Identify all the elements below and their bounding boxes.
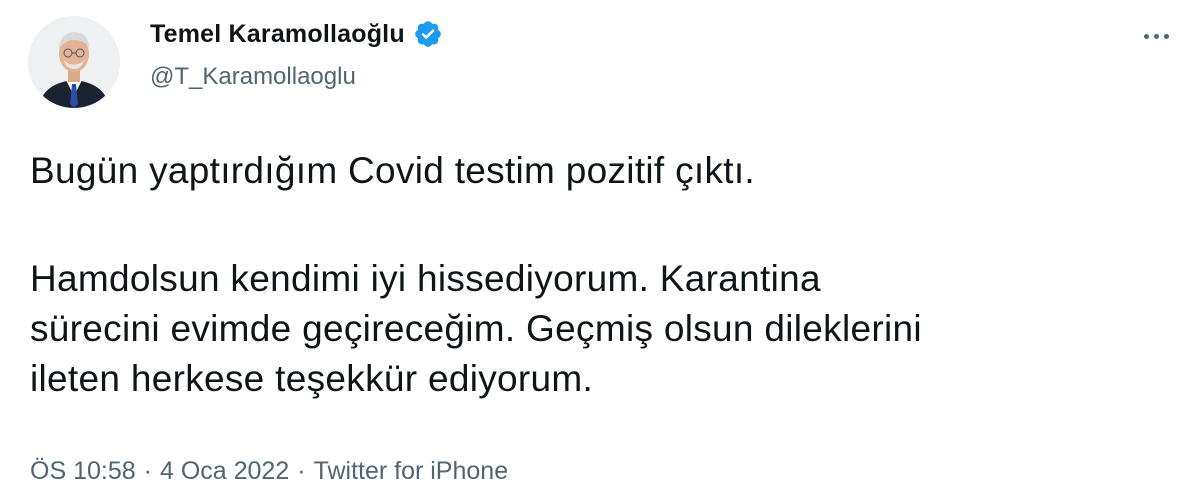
more-dot — [1163, 33, 1169, 39]
meta-separator: · — [297, 457, 306, 485]
person-portrait-icon — [28, 16, 120, 108]
tweet-text: Bugün yaptırdığım Covid testim pozitif ç… — [30, 146, 1170, 404]
avatar[interactable] — [28, 16, 120, 108]
tweet-time[interactable]: ÖS 10:58 — [30, 455, 136, 487]
tweet-metadata: ÖS 10:58 · 4 Oca 2022 · Twitter for iPho… — [30, 455, 508, 487]
tweet-paragraph: Bugün yaptırdığım Covid testim pozitif ç… — [30, 150, 756, 191]
tweet-date[interactable]: 4 Oca 2022 — [160, 455, 289, 487]
tweet-paragraph: Hamdolsun kendimi iyi hissediyorum. Kara… — [30, 258, 922, 399]
more-horizontal-icon — [1143, 33, 1149, 39]
meta-separator: · — [143, 457, 152, 485]
more-options-button[interactable] — [1136, 20, 1176, 52]
author-handle[interactable]: @T_Karamollaoglu — [150, 62, 356, 92]
tweet-source[interactable]: Twitter for iPhone — [314, 455, 509, 487]
author-display-name[interactable]: Temel Karamollaoğlu — [150, 18, 405, 50]
author-name-row: Temel Karamollaoğlu — [150, 18, 443, 50]
tweet-card: Temel Karamollaoğlu @T_Karamollaoglu Bug… — [0, 0, 1200, 504]
verified-badge-icon — [413, 19, 443, 49]
more-dot — [1153, 33, 1159, 39]
